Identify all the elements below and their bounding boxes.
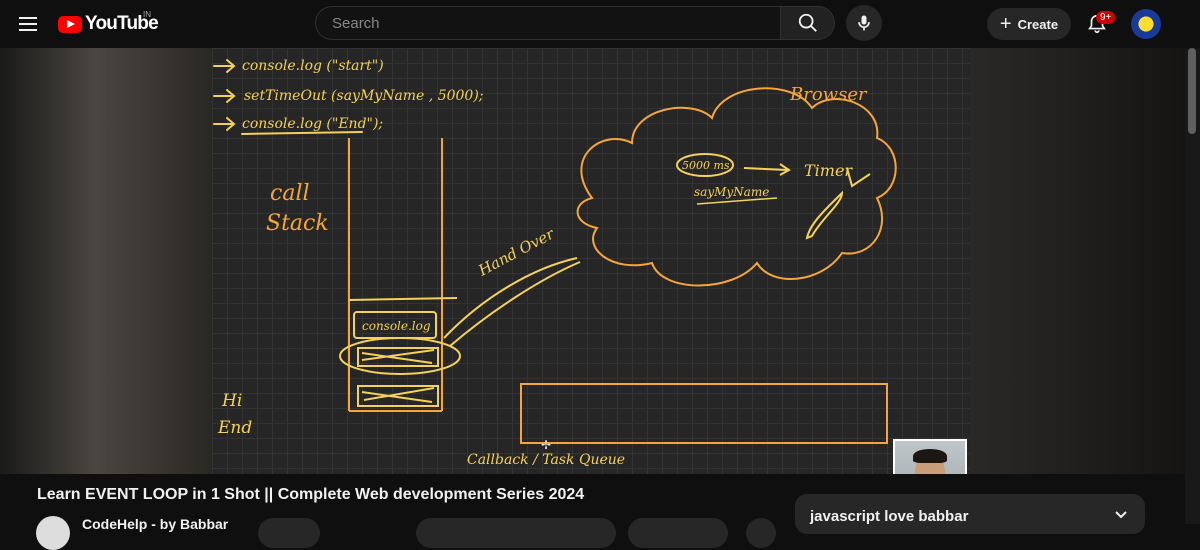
arrow-icon xyxy=(213,59,236,73)
timer-chip-text: 5000 ms xyxy=(682,159,730,172)
ambient-left xyxy=(0,48,212,474)
voice-search-button[interactable] xyxy=(846,5,882,41)
search-box xyxy=(315,6,780,40)
arrow-icon xyxy=(213,89,236,103)
create-label: Create xyxy=(1017,16,1059,32)
microphone-icon xyxy=(858,15,870,31)
callback-name: sayMyName xyxy=(694,185,769,199)
related-search-chip[interactable]: javascript love babbar xyxy=(795,494,1145,534)
task-queue-box xyxy=(520,383,888,444)
browser-label: Browser xyxy=(789,84,868,105)
like-button[interactable] xyxy=(416,518,616,548)
presenter-webcam xyxy=(893,439,967,474)
video-title: Learn EVENT LOOP in 1 Shot || Complete W… xyxy=(37,486,585,503)
queue-label: Callback / Task Queue xyxy=(467,452,625,468)
chevron-down-icon xyxy=(1115,511,1127,519)
code-line-2: setTimeOut (sayMyName , 5000); xyxy=(244,88,484,104)
search-button[interactable] xyxy=(780,6,835,40)
handover-label: Hand Over xyxy=(475,224,558,280)
account-avatar[interactable] xyxy=(1131,9,1161,39)
timer-scribble xyxy=(805,190,844,240)
more-button[interactable] xyxy=(746,518,776,548)
arrow-icon xyxy=(743,163,791,176)
plus-icon: + xyxy=(999,13,1012,35)
arrow-icon xyxy=(213,117,236,131)
underline xyxy=(241,131,363,135)
call-stack-label-2: Stack xyxy=(266,211,329,236)
call-stack-label: call xyxy=(270,181,310,206)
notification-badge: 9+ xyxy=(1096,11,1116,24)
masthead: YouTube IN + Create 9+ xyxy=(0,0,1200,48)
search-input[interactable] xyxy=(330,14,754,33)
stack-top-item: console.log xyxy=(362,319,431,333)
share-button[interactable] xyxy=(628,518,728,548)
timer-label: Timer xyxy=(804,161,853,180)
video-player[interactable]: console.log ("start") setTimeOut (sayMyN… xyxy=(0,48,1185,474)
whiteboard-drawing: console.log ("start") setTimeOut (sayMyN… xyxy=(213,58,897,468)
output-line-1: Hi xyxy=(221,391,242,411)
channel-row: CodeHelp - by Babbar xyxy=(36,516,816,550)
channel-name[interactable]: CodeHelp - by Babbar xyxy=(82,516,228,532)
code-line-1: console.log ("start") xyxy=(242,58,384,74)
whiteboard: console.log ("start") setTimeOut (sayMyN… xyxy=(212,48,970,474)
create-button[interactable]: + Create xyxy=(987,8,1071,40)
code-line-3: console.log ("End"); xyxy=(242,116,383,132)
ambient-right xyxy=(970,48,1185,474)
output-line-2: End xyxy=(217,418,252,438)
search-icon xyxy=(798,13,817,32)
menu-icon[interactable] xyxy=(14,10,42,38)
channel-avatar[interactable] xyxy=(36,516,70,550)
page-scrollbar-thumb[interactable] xyxy=(1188,48,1196,134)
subscribe-button[interactable] xyxy=(258,518,320,548)
country-code: IN xyxy=(143,10,151,19)
cursor-icon: ✢ xyxy=(541,438,552,452)
play-logo-icon xyxy=(58,15,82,33)
related-search-text: javascript love babbar xyxy=(810,508,969,525)
